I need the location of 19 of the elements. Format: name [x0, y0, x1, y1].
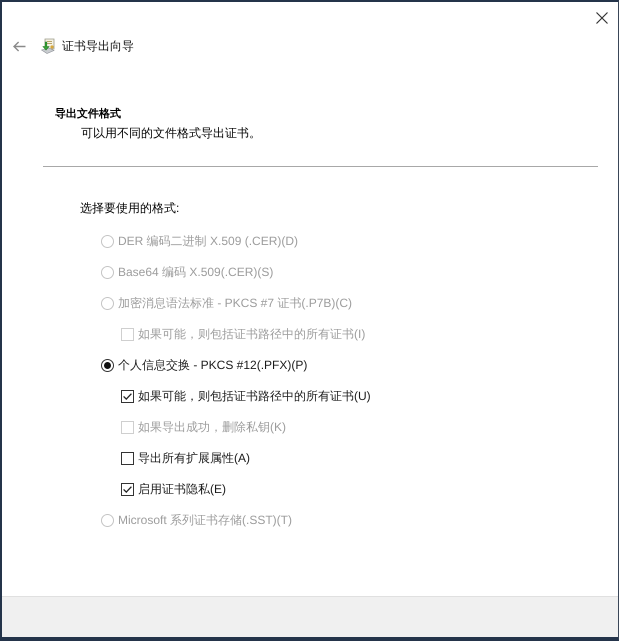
- checkmark-icon: [123, 393, 132, 400]
- checkbox-label[interactable]: 导出所有扩展属性(A): [138, 450, 250, 467]
- checkbox-label[interactable]: 如果可能，则包括证书路径中的所有证书(U): [138, 388, 371, 405]
- close-icon: [596, 12, 608, 24]
- close-button[interactable]: [595, 11, 609, 25]
- checkbox[interactable]: [121, 452, 134, 465]
- format-prompt: 选择要使用的格式:: [80, 200, 180, 217]
- section-description: 可以用不同的文件格式导出证书。: [81, 125, 261, 142]
- section-title: 导出文件格式: [55, 106, 121, 122]
- certificate-icon: [41, 38, 57, 54]
- checkbox[interactable]: [121, 390, 134, 403]
- radio-label[interactable]: 个人信息交换 - PKCS #12(.PFX)(P): [118, 357, 308, 374]
- back-arrow-icon: [13, 40, 26, 52]
- window-title: 证书导出向导: [62, 38, 134, 54]
- checkmark-icon: [123, 486, 132, 493]
- checkbox-label[interactable]: 启用证书隐私(E): [138, 481, 226, 498]
- checkbox[interactable]: [121, 483, 134, 496]
- radio-button[interactable]: [101, 359, 114, 372]
- back-button[interactable]: [12, 40, 27, 52]
